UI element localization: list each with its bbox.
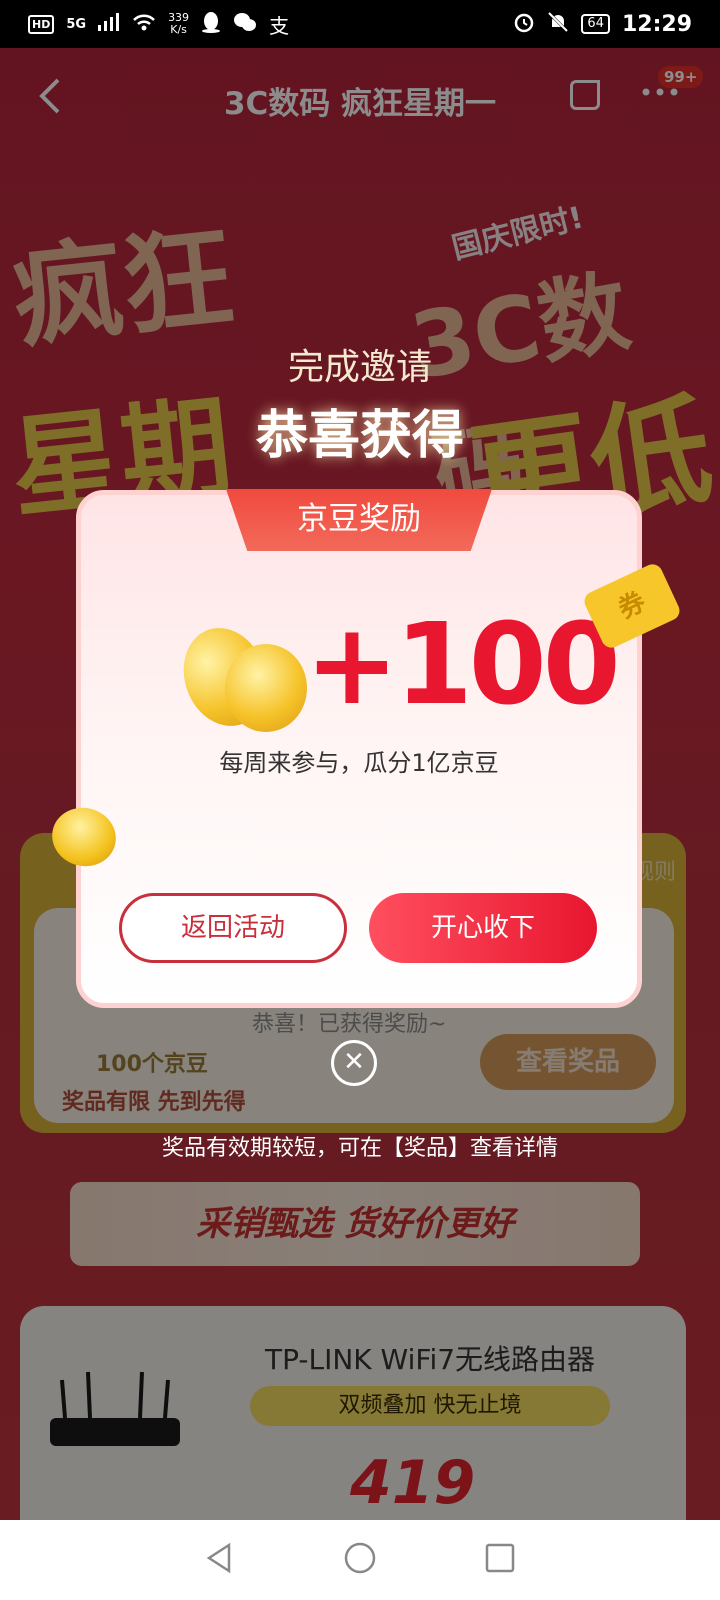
network-type: 5G [66,16,87,32]
nav-home-icon[interactable] [342,1540,378,1580]
system-nav-bar [0,1520,720,1600]
battery-indicator: 64 [581,14,610,34]
status-bar: HD 5G 339 K/s 支 64 12:29 [0,0,720,48]
accept-reward-button[interactable]: 开心收下 [369,893,597,963]
clock: 12:29 [621,11,692,37]
close-icon[interactable]: ✕ [331,1040,377,1086]
wifi-icon [132,12,156,37]
nav-recents-icon[interactable] [483,1541,517,1579]
reward-dialog: 京豆奖励 +100 每周来参与，瓜分1亿京豆 返回活动 开心收下 [76,489,642,1008]
reward-description: 每周来参与，瓜分1亿京豆 [219,749,499,777]
dialog-tab-label: 京豆奖励 [226,489,492,551]
nav-back-icon[interactable] [203,1541,237,1579]
alarm-icon [513,11,535,38]
popup-title: 恭喜获得 [255,406,464,466]
prize-validity-note: 奖品有效期较短，可在【奖品】查看详情 [161,1136,558,1161]
popup-subtitle: 完成邀请 [287,347,432,388]
mute-icon [547,11,569,38]
qq-icon [201,11,221,38]
jingdou-bean-icon [170,616,307,738]
activity-page: 疯狂 星期 国庆限时! 3C数码 更低 规则 恭喜！已获得奖励~ 100个京豆 … [0,48,720,1520]
reward-amount: +100 [305,600,621,730]
alipay-icon: 支 [269,13,290,38]
network-speed: 339 K/s [168,11,190,36]
hd-indicator: HD [28,14,55,34]
wechat-icon [233,12,257,37]
signal-icon [98,12,120,36]
back-to-activity-button[interactable]: 返回活动 [119,893,347,963]
